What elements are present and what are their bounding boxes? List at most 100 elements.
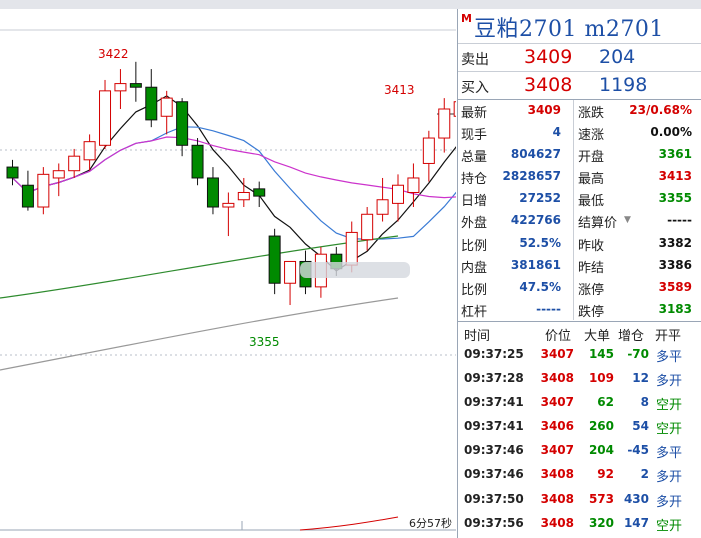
stats-cell: 3183 xyxy=(658,301,692,316)
stats-cell: 比例 xyxy=(461,282,488,298)
candlestick-chart[interactable]: 3422 3413 3355 6分57秒 xyxy=(0,9,456,538)
sell-volume: 204 xyxy=(599,46,636,68)
trade-cell: 多开 xyxy=(656,374,683,390)
trade-cell: 空开 xyxy=(656,518,683,534)
stats-cell: 52.5% xyxy=(519,235,561,250)
trade-cell: 3407 xyxy=(540,395,574,410)
stats-cell: 总量 xyxy=(461,150,488,166)
candle-body xyxy=(145,86,158,121)
candle-body xyxy=(438,108,451,139)
trade-cell: -45 xyxy=(627,443,649,458)
ma-line-10 xyxy=(12,126,456,240)
candle-body xyxy=(191,144,204,179)
stats-row: 日增 27252 最低 3355 xyxy=(458,188,701,210)
trade-row: 09:37:46 3408 92 2 多开 xyxy=(458,464,701,488)
trade-cell: 147 xyxy=(623,515,649,530)
trade-cell: 空开 xyxy=(656,398,683,414)
stats-row: 比例 47.5% 涨停 3589 xyxy=(458,277,701,299)
stats-row: 比例 52.5% 昨收 3382 xyxy=(458,233,701,255)
dropdown-arrow-icon[interactable]: ▼ xyxy=(624,215,631,225)
candle-body xyxy=(237,191,250,201)
stats-cell: 最高 xyxy=(578,172,605,188)
candle-body xyxy=(222,202,235,208)
stats-cell: 4 xyxy=(552,125,561,140)
stats-cell: 最新 xyxy=(461,106,488,121)
trade-cell: 3408 xyxy=(540,371,574,386)
trade-cell: 62 xyxy=(597,395,614,410)
window-top-bar xyxy=(0,0,701,9)
trade-column-header: 增仓 xyxy=(618,329,645,344)
trade-cell: 多平 xyxy=(656,446,683,462)
sell-label: 卖出 xyxy=(461,52,489,68)
stats-cell: 0.00% xyxy=(650,125,692,140)
buy-price: 3408 xyxy=(524,74,573,96)
trade-row: 09:37:56 3408 320 147 空开 xyxy=(458,513,701,537)
contract-marker: M xyxy=(461,12,472,25)
trade-column-header: 大单 xyxy=(584,329,611,344)
candle-body xyxy=(129,83,142,88)
trade-cell: 260 xyxy=(588,419,614,434)
trade-row: 09:37:41 3407 62 8 空开 xyxy=(458,392,701,416)
stats-cell: 开盘 xyxy=(578,150,605,166)
trade-cell: 09:37:50 xyxy=(464,491,524,506)
stats-cell: 23/0.68% xyxy=(629,103,692,117)
trade-row: 09:37:50 3408 573 430 多开 xyxy=(458,489,701,513)
trade-cell: 09:37:25 xyxy=(464,347,524,361)
candle-body xyxy=(160,97,173,117)
trade-cell: 3407 xyxy=(540,347,574,361)
trade-cell: 2 xyxy=(640,467,649,482)
trade-cell: 204 xyxy=(588,443,614,458)
candle-body xyxy=(6,166,19,179)
trade-cell: 3406 xyxy=(540,419,574,434)
stats-cell: 速涨 xyxy=(578,128,605,144)
stats-cell: 3361 xyxy=(658,147,692,162)
stats-cell: 昨结 xyxy=(578,260,605,276)
buy-volume: 1198 xyxy=(599,74,648,96)
stats-row: 持仓 2828657 最高 3413 xyxy=(458,166,701,188)
contract-title[interactable]: 豆粕2701 m2701 xyxy=(474,11,664,43)
trade-row: 09:37:28 3408 109 12 多开 xyxy=(458,368,701,392)
stats-cell: ----- xyxy=(536,301,561,316)
stats-cell: 最低 xyxy=(578,194,605,210)
stats-cell: 3409 xyxy=(527,103,561,117)
trade-cell: 3408 xyxy=(540,467,574,482)
stats-cell: 结算价 xyxy=(578,216,618,232)
trade-ticker[interactable]: 时间 价位 大单 增仓 开平 09:37:25 3407 145 -70 多平 09:37:28 3… xyxy=(458,321,701,537)
candle-body xyxy=(376,199,389,215)
candle-body xyxy=(422,137,435,164)
sell-quote-row[interactable]: 卖出 3409 204 xyxy=(458,43,701,72)
stats-row: 总量 804627 开盘 3361 xyxy=(458,144,701,166)
stats-cell: ----- xyxy=(667,213,692,228)
trade-cell: 320 xyxy=(588,515,614,530)
last-high-label: 3413 xyxy=(384,83,415,97)
stats-cell: 内盘 xyxy=(461,260,488,276)
trade-column-header: 时间 xyxy=(464,329,491,344)
stats-cell: 涨停 xyxy=(578,282,605,298)
buy-quote-row[interactable]: 买入 3408 1198 xyxy=(458,71,701,100)
buy-label: 买入 xyxy=(461,80,489,96)
candle-body xyxy=(21,184,34,208)
candle-body xyxy=(407,177,420,193)
stats-cell: 804627 xyxy=(510,147,561,162)
candle-body xyxy=(99,90,112,146)
candle-body xyxy=(114,83,127,92)
trade-cell: 多平 xyxy=(656,350,683,365)
candle-body xyxy=(83,141,96,161)
trade-cell: 92 xyxy=(597,467,614,482)
trade-column-header: 价位 xyxy=(545,329,572,344)
trade-cell: 09:37:41 xyxy=(464,395,524,410)
trade-row: 09:37:46 3407 204 -45 多平 xyxy=(458,440,701,464)
trade-cell: 573 xyxy=(588,491,614,506)
volume-line xyxy=(299,516,399,531)
stats-cell: 2828657 xyxy=(502,169,561,184)
trade-cell: 09:37:28 xyxy=(464,371,524,386)
stats-cell: 3589 xyxy=(658,279,692,294)
trade-cell: 145 xyxy=(588,347,614,361)
trade-cell: 多开 xyxy=(656,494,683,510)
stats-row: 现手 4 速涨 0.00% xyxy=(458,122,701,144)
quote-panel: M 豆粕2701 m2701 卖出 3409 204 买入 3408 1198 … xyxy=(457,9,701,538)
trade-row: 09:37:25 3407 145 -70 多平 xyxy=(458,344,701,368)
trade-cell: 12 xyxy=(632,371,649,386)
stats-cell: 外盘 xyxy=(461,216,488,232)
stats-row: 杠杆 ----- 跌停 3183 xyxy=(458,299,701,321)
